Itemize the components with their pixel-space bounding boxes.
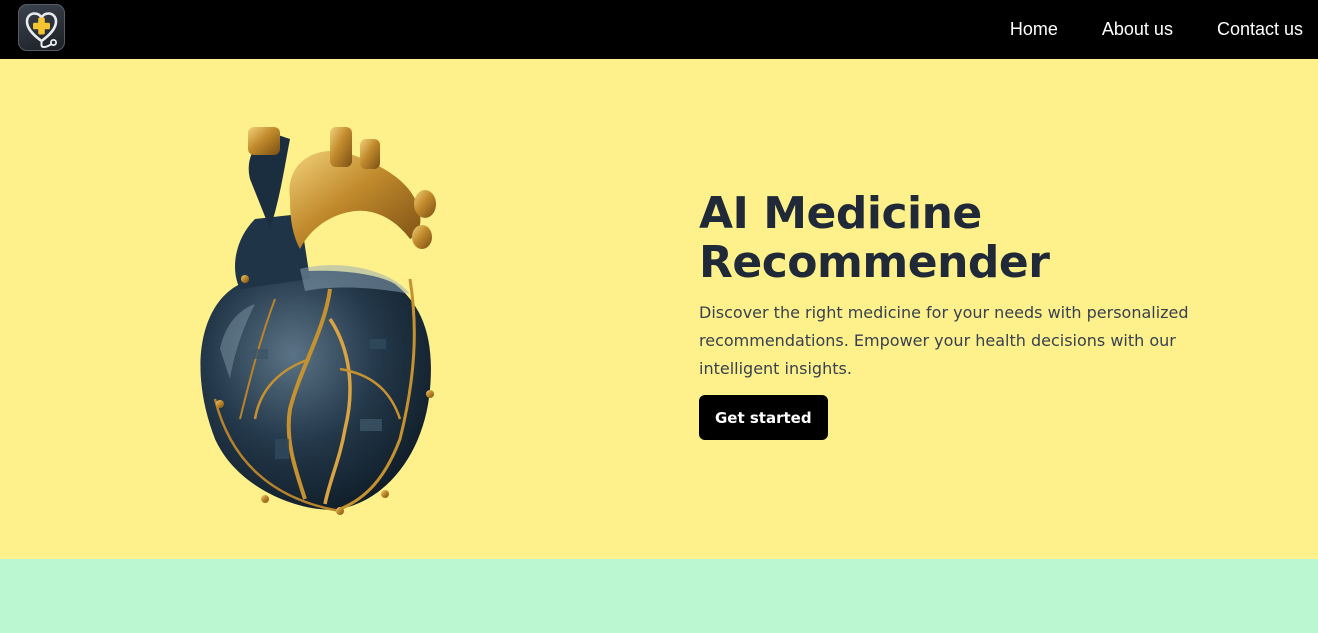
- mechanical-heart-image: [200, 127, 436, 515]
- hero-title: AI Medicine Recommender: [699, 189, 1199, 287]
- heart-stethoscope-plus-icon: [25, 12, 58, 49]
- hero-content: AI Medicine Recommender Discover the rig…: [699, 189, 1199, 440]
- nav-links: Home About us Contact us: [1010, 0, 1303, 59]
- nav-link-about-us[interactable]: About us: [1102, 19, 1173, 40]
- get-started-button[interactable]: Get started: [699, 395, 828, 440]
- hero-title-line-2: Recommender: [699, 237, 1050, 288]
- nav-link-contact-us[interactable]: Contact us: [1217, 19, 1303, 40]
- navbar: Home About us Contact us: [0, 0, 1318, 59]
- logo[interactable]: [18, 4, 65, 51]
- hero-title-line-1: AI Medicine: [699, 188, 982, 239]
- hero-section: AI Medicine Recommender Discover the rig…: [0, 59, 1318, 559]
- next-section-band: [0, 559, 1318, 633]
- nav-link-home[interactable]: Home: [1010, 19, 1058, 40]
- hero-description: Discover the right medicine for your nee…: [699, 303, 1189, 378]
